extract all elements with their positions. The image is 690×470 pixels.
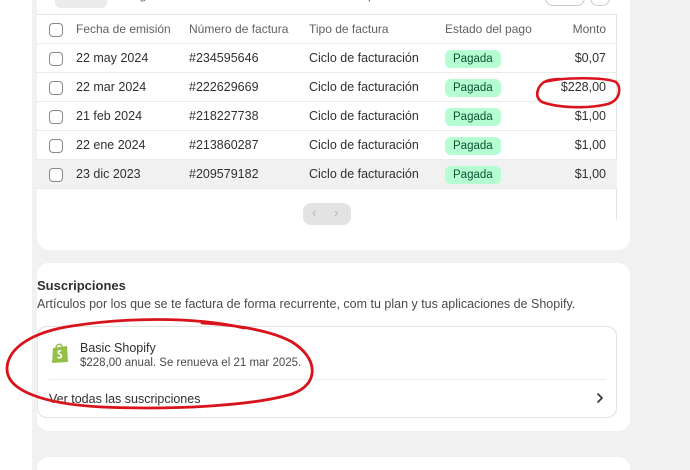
row-invoice-type: Ciclo de facturación — [309, 51, 419, 65]
row-status: Pagada — [445, 73, 501, 102]
row-status: Pagada — [445, 160, 501, 189]
header-type: Tipo de factura — [309, 22, 389, 36]
row-amount: $1,00 — [574, 138, 606, 152]
view-all-subscriptions-link[interactable]: Ver todas las suscripciones — [49, 392, 200, 406]
shopify-bag-icon — [52, 343, 68, 363]
tab-more-views[interactable]: Más vistas — [422, 0, 499, 8]
subscriptions-description: Artículos por los que se te factura de f… — [37, 297, 576, 311]
status-badge: Pagada — [445, 107, 501, 126]
row-date: 23 dic 2023 — [76, 167, 141, 181]
search-filter-button[interactable] — [545, 0, 585, 6]
row-invoice-number: #222629669 — [189, 80, 259, 94]
filter-tabs: Todas Pagadas Abiertas Fallidas En proce… — [37, 0, 630, 8]
row-checkbox[interactable] — [49, 139, 63, 153]
row-status: Pagada — [445, 102, 501, 131]
header-status: Estado del pago — [445, 22, 532, 36]
header-number: Número de factura — [189, 22, 289, 36]
tab-in-process[interactable]: En proceso — [340, 0, 421, 8]
previous-page-button[interactable]: ‹ — [312, 205, 316, 221]
row-invoice-number: #209579182 — [189, 167, 259, 181]
row-date: 22 ene 2024 — [76, 138, 146, 152]
row-date: 22 mar 2024 — [76, 80, 147, 94]
invoices-card: Todas Pagadas Abiertas Fallidas En proce… — [37, 0, 630, 250]
divider — [49, 379, 606, 380]
chevron-right-icon[interactable] — [594, 391, 606, 405]
tab-failed[interactable]: Fallidas — [269, 0, 330, 8]
table-row[interactable]: 22 may 2024 #234595646 Ciclo de facturac… — [37, 44, 617, 73]
row-checkbox[interactable] — [49, 110, 63, 124]
invoice-table: Fecha de emisión Número de factura Tipo … — [37, 14, 617, 220]
row-invoice-type: Ciclo de facturación — [309, 80, 419, 94]
row-status: Pagada — [445, 131, 501, 160]
plan-name: Basic Shopify — [80, 341, 156, 355]
status-badge: Pagada — [445, 136, 501, 155]
status-badge: Pagada — [445, 78, 501, 97]
next-card — [37, 457, 630, 470]
table-row[interactable]: 23 dic 2023 #209579182 Ciclo de facturac… — [37, 160, 617, 189]
status-badge: Pagada — [445, 165, 501, 184]
row-amount: $228,00 — [560, 80, 606, 94]
subscriptions-title: Suscripciones — [37, 278, 126, 293]
plan-renewal-detail: $228,00 anual. Se renueva el 21 mar 2025… — [80, 357, 302, 369]
row-status: Pagada — [445, 44, 501, 73]
table-row[interactable]: 22 mar 2024 #222629669 Ciclo de facturac… — [37, 73, 617, 102]
sort-button[interactable] — [590, 0, 610, 6]
status-badge: Pagada — [445, 49, 501, 68]
row-amount: $0,07 — [574, 51, 606, 65]
row-invoice-type: Ciclo de facturación — [309, 109, 419, 123]
header-date[interactable]: Fecha de emisión — [76, 15, 171, 44]
table-row[interactable]: 21 feb 2024 #218227738 Ciclo de facturac… — [37, 102, 617, 131]
table-row[interactable]: 22 ene 2024 #213860287 Ciclo de facturac… — [37, 131, 617, 160]
row-checkbox[interactable] — [49, 81, 63, 95]
row-invoice-number: #234595646 — [189, 51, 259, 65]
table-header-row: Fecha de emisión Número de factura Tipo … — [37, 15, 617, 44]
row-invoice-type: Ciclo de facturación — [309, 167, 419, 181]
next-page-button[interactable]: › — [334, 205, 338, 221]
row-date: 22 may 2024 — [76, 51, 149, 65]
row-invoice-number: #218227738 — [189, 109, 259, 123]
row-checkbox[interactable] — [49, 168, 63, 182]
select-all-checkbox[interactable] — [49, 23, 63, 37]
row-checkbox[interactable] — [49, 52, 63, 66]
row-invoice-number: #213860287 — [189, 138, 259, 152]
page-left-strip — [0, 0, 32, 470]
subscriptions-card: Suscripciones Artículos por los que se t… — [37, 263, 630, 431]
pagination: ‹ › — [303, 203, 351, 225]
subscription-item: Basic Shopify $228,00 anual. Se renueva … — [37, 326, 617, 418]
row-date: 21 feb 2024 — [76, 109, 143, 123]
row-invoice-type: Ciclo de facturación — [309, 138, 419, 152]
header-amount: Monto — [572, 22, 606, 36]
row-amount: $1,00 — [574, 167, 606, 181]
row-amount: $1,00 — [574, 109, 606, 123]
tab-paid[interactable]: Pagadas — [115, 0, 182, 8]
tab-open[interactable]: Abiertas — [193, 0, 257, 8]
tab-all[interactable]: Todas — [55, 0, 107, 8]
